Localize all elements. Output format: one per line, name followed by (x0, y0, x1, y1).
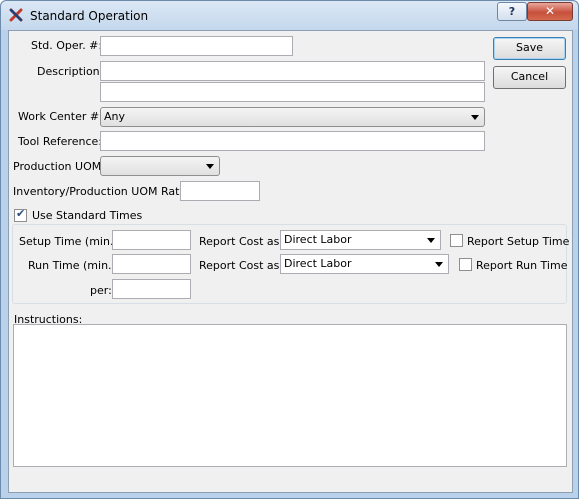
setup-report-cost-value: Direct Labor (284, 233, 352, 246)
tool-reference-label: Tool Reference: (18, 135, 102, 148)
run-time-input[interactable] (112, 254, 191, 274)
inv-prod-ratio-input[interactable] (180, 181, 260, 201)
use-standard-times-checkbox[interactable] (14, 207, 27, 222)
run-report-cost-value: Direct Labor (284, 257, 352, 270)
description-line2-input[interactable] (100, 82, 485, 102)
report-cost-as-label-run: Report Cost as: (199, 259, 284, 272)
work-center-value: Any (104, 110, 126, 123)
close-button[interactable]: ✕ (527, 2, 573, 21)
close-icon: ✕ (544, 4, 556, 18)
report-run-time-label: Report Run Time (476, 259, 568, 272)
description-line1-input[interactable] (100, 61, 485, 81)
use-standard-times-label: Use Standard Times (32, 209, 143, 222)
chevron-down-icon (206, 164, 214, 169)
title-bar[interactable]: Standard Operation ? ✕ (1, 1, 578, 30)
cancel-button[interactable]: Cancel (493, 66, 566, 89)
window-title: Standard Operation (30, 9, 149, 23)
inv-prod-ratio-label: Inventory/Production UOM Ratio: (13, 185, 193, 198)
report-run-time-checkbox[interactable] (459, 258, 472, 271)
production-uom-label: Production UOM: (13, 160, 105, 173)
standard-operation-window: Standard Operation ? ✕ Std. Oper. #: Des… (0, 0, 579, 499)
per-input[interactable] (112, 279, 191, 299)
help-button[interactable]: ? (497, 2, 527, 21)
work-center-label: Work Center #: (18, 110, 103, 123)
dialog-body: Std. Oper. #: Description: Save Cancel W… (8, 30, 573, 493)
chevron-down-icon (427, 238, 435, 243)
production-uom-select[interactable] (100, 156, 220, 176)
std-oper-input[interactable] (100, 36, 293, 56)
report-setup-time-label: Report Setup Time (467, 235, 570, 248)
tool-reference-input[interactable] (100, 131, 485, 151)
run-report-cost-select[interactable]: Direct Labor (280, 254, 449, 274)
report-setup-time-checkbox[interactable] (450, 234, 463, 247)
app-x-icon (9, 8, 23, 22)
setup-time-label: Setup Time (min.): (19, 235, 122, 248)
description-label: Description: (37, 65, 104, 78)
help-icon: ? (508, 5, 516, 18)
run-time-label: Run Time (min.): (28, 259, 120, 272)
std-oper-label: Std. Oper. #: (31, 39, 103, 52)
instructions-textarea[interactable] (13, 324, 567, 467)
work-center-select[interactable]: Any (100, 107, 485, 127)
setup-report-cost-select[interactable]: Direct Labor (280, 230, 441, 250)
save-button[interactable]: Save (493, 37, 566, 60)
per-label: per: (90, 284, 112, 297)
report-cost-as-label-setup: Report Cost as: (199, 235, 284, 248)
chevron-down-icon (435, 262, 443, 267)
setup-time-input[interactable] (112, 230, 191, 250)
chevron-down-icon (471, 115, 479, 120)
